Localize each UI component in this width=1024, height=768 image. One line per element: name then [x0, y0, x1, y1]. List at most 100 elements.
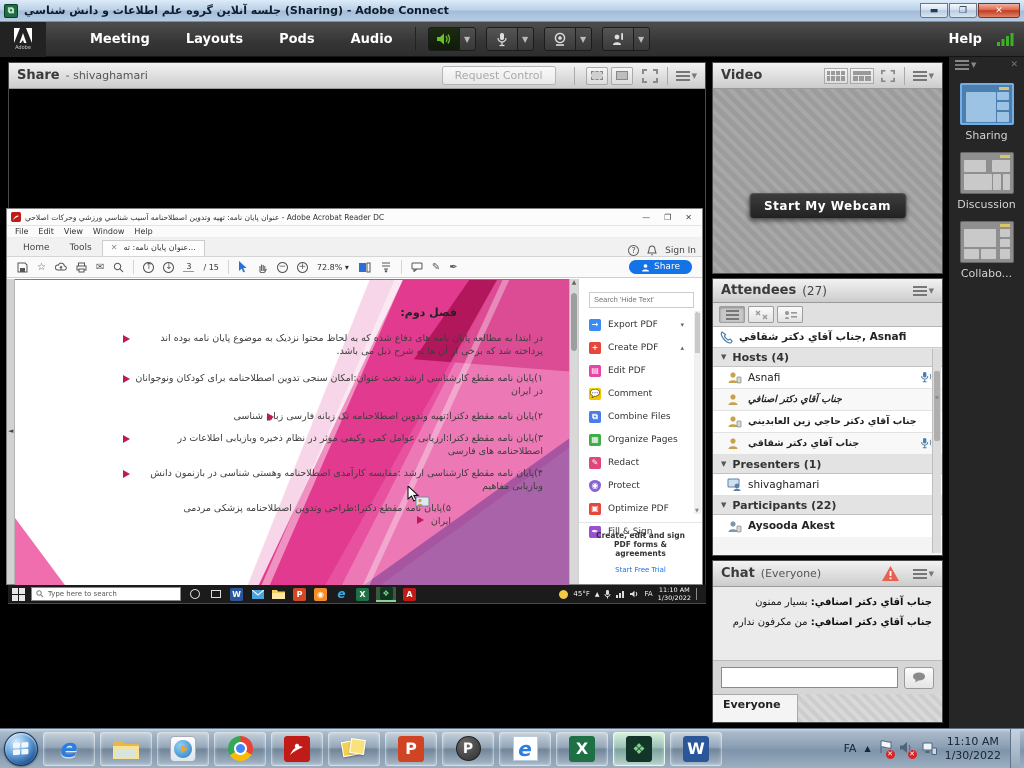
volume-muted-icon[interactable]: ✕ [900, 741, 914, 757]
microphone-button[interactable] [486, 27, 518, 51]
acrobat-restore-button[interactable]: ❐ [664, 213, 671, 222]
navigation-pane-rail[interactable]: ◄ [7, 279, 15, 584]
zoom-out-icon[interactable]: − [277, 262, 288, 273]
acrobat-menu-window[interactable]: Window [93, 227, 125, 236]
bookmark-star-icon[interactable]: ☆ [37, 262, 46, 273]
chevron-up-icon[interactable]: ▴ [680, 344, 694, 352]
psiphon-icon[interactable]: P [442, 732, 494, 766]
tray-microphone-icon[interactable] [604, 590, 611, 599]
internet-explorer-2-icon[interactable]: e [499, 732, 551, 766]
chat-input[interactable] [721, 667, 898, 688]
tab-close-icon[interactable]: ✕ [111, 243, 118, 252]
start-free-trial-link[interactable]: Start Free Trial [579, 566, 702, 574]
scrollbar-thumb[interactable] [571, 293, 577, 351]
task-view-icon[interactable] [208, 587, 223, 602]
acrobat-minimize-button[interactable]: — [642, 213, 650, 222]
attendee-row[interactable]: shivaghamari [713, 474, 942, 496]
show-desktop-button[interactable] [1010, 729, 1020, 768]
speaker-button[interactable] [428, 27, 460, 51]
page-up-icon[interactable]: ↑ [143, 262, 154, 273]
attendee-row[interactable]: Asnafi [713, 367, 942, 389]
tool-comment[interactable]: 💬 Comment [589, 383, 694, 406]
adobe-connect-taskbar-icon[interactable]: ❖ [376, 587, 396, 602]
tools-search-input[interactable] [589, 292, 694, 308]
tray-volume-icon[interactable] [630, 590, 639, 598]
scroll-up-icon[interactable]: ▲ [570, 279, 578, 286]
acrobat-tab-home[interactable]: Home [13, 241, 60, 256]
acrobat-menu-edit[interactable]: Edit [38, 227, 54, 236]
tray-expand-icon[interactable]: ▲ [864, 744, 870, 753]
help-question-icon[interactable]: ? [628, 245, 639, 256]
signature-icon[interactable]: ✒ [449, 262, 457, 273]
menu-help[interactable]: Help [949, 32, 982, 47]
acrobat-reader-taskbar-icon[interactable]: A [402, 587, 417, 602]
notification-center-icon[interactable] [696, 588, 702, 600]
video-pod-menu-icon[interactable] [913, 71, 927, 81]
acrobat-document-tab[interactable]: ✕ عنوان پايان نامه: ته... [102, 240, 205, 256]
file-explorer-icon[interactable] [271, 587, 286, 602]
tool-protect[interactable]: ◉ Protect [589, 475, 694, 498]
pencil-icon[interactable]: ✎ [432, 262, 440, 273]
layout-discussion-thumb[interactable] [960, 152, 1014, 194]
speaker-dropdown[interactable]: ▼ [460, 27, 476, 51]
notification-bell-icon[interactable] [647, 245, 657, 256]
webcam-button[interactable] [544, 27, 576, 51]
file-explorer-icon[interactable] [100, 732, 152, 766]
raise-hand-dropdown[interactable]: ▼ [634, 27, 650, 51]
microphone-dropdown[interactable]: ▼ [518, 27, 534, 51]
people-icon[interactable]: ◉ [313, 587, 328, 602]
tool-create-pdf[interactable]: + Create PDF▴ [589, 337, 694, 360]
excel-icon[interactable]: X [556, 732, 608, 766]
attendee-row[interactable]: جناب آقاي دكتر حاجي زين العابديني [713, 411, 942, 433]
acrobat-menu-file[interactable]: File [15, 227, 28, 236]
tool-organize-pages[interactable]: ▦ Organize Pages [589, 429, 694, 452]
presenters-section-header[interactable]: ▼ Presenters (1) [713, 455, 942, 474]
acrobat-share-button[interactable]: Share [629, 260, 692, 274]
cortana-icon[interactable] [187, 587, 202, 602]
close-button[interactable]: ✕ [978, 3, 1020, 18]
edge-icon[interactable]: e [334, 587, 349, 602]
video-grid-view-icon[interactable] [824, 68, 848, 84]
acrobat-menu-help[interactable]: Help [134, 227, 152, 236]
scroll-down-icon[interactable]: ▼ [695, 508, 699, 514]
scrollbar-thumb[interactable] [934, 371, 940, 441]
chat-tab-everyone[interactable]: Everyone [713, 694, 798, 722]
attendee-list-view-button[interactable] [719, 306, 745, 323]
chevron-down-icon[interactable]: ▾ [680, 321, 694, 329]
chrome-icon[interactable] [214, 732, 266, 766]
acrobat-tab-tools[interactable]: Tools [60, 241, 102, 256]
layout-collaboration-label[interactable]: Collabo... [949, 267, 1024, 280]
menu-audio[interactable]: Audio [333, 32, 411, 47]
find-icon[interactable] [113, 262, 124, 273]
pointer-overlay-button[interactable] [611, 67, 633, 85]
tray-expand-icon[interactable]: ▲ [595, 591, 600, 598]
weather-sun-icon[interactable] [559, 590, 568, 599]
fullscreen-icon[interactable] [641, 68, 659, 84]
collapse-triangle-icon[interactable]: ▼ [721, 353, 726, 361]
tool-redact[interactable]: ✎ Redact [589, 452, 694, 475]
print-icon[interactable] [76, 262, 87, 273]
webcam-dropdown[interactable]: ▼ [576, 27, 592, 51]
photo-viewer-icon[interactable] [328, 732, 380, 766]
weather-temp[interactable]: 45°F [573, 590, 589, 598]
request-control-button[interactable]: Request Control [442, 66, 556, 85]
menu-meeting[interactable]: Meeting [72, 32, 168, 47]
collapse-triangle-icon[interactable]: ▼ [721, 501, 726, 509]
sign-in-link[interactable]: Sign In [665, 246, 696, 256]
share-pod-menu-icon[interactable] [676, 71, 690, 81]
zoom-level-dropdown[interactable]: 72.8% ▾ [317, 263, 349, 272]
attendee-row[interactable]: جناب آقاي دكتر اصنافي [713, 389, 942, 411]
nav-pane-toggle-icon[interactable]: ◄ [8, 427, 13, 435]
connection-signal-icon[interactable] [996, 31, 1014, 47]
powerpoint-icon[interactable]: P [385, 732, 437, 766]
start-button-icon[interactable] [12, 588, 25, 601]
restore-button[interactable]: ❐ [949, 3, 977, 18]
action-center-flag-icon[interactable]: ✕ [879, 740, 892, 757]
cloud-upload-icon[interactable] [55, 262, 67, 272]
network-status-icon[interactable] [922, 742, 937, 755]
acrobat-reader-icon[interactable] [271, 732, 323, 766]
powerpoint-icon[interactable]: P [292, 587, 307, 602]
participants-section-header[interactable]: ▼ Participants (22) [713, 496, 942, 515]
tool-edit-pdf[interactable]: ▤ Edit PDF [589, 360, 694, 383]
hosts-section-header[interactable]: ▼ Hosts (4) [713, 348, 942, 367]
